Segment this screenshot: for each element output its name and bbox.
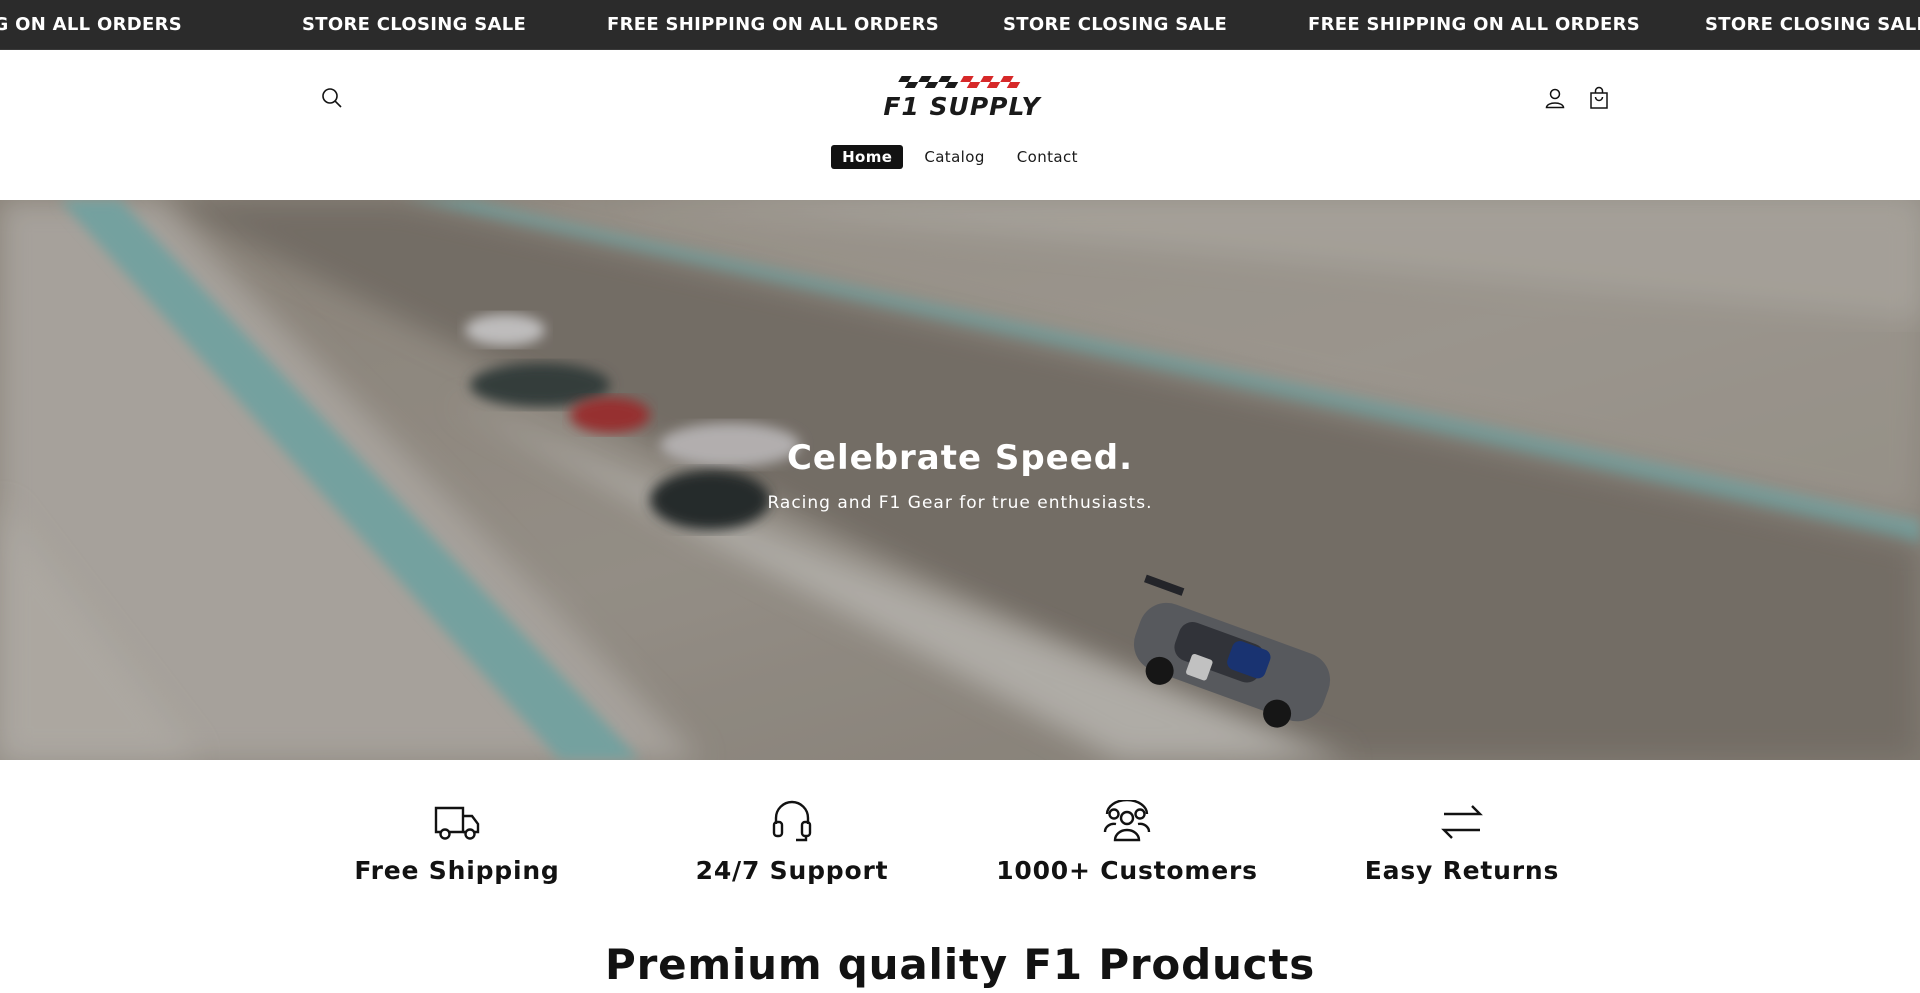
headset-icon	[772, 800, 812, 842]
hero-subtitle: Racing and F1 Gear for true enthusiasts.	[767, 493, 1153, 513]
announcement-item: FREE SHIPPING ON ALL ORDERS	[1308, 14, 1641, 35]
announcement-item: STORE CLOSING SALE	[302, 14, 527, 35]
feature-returns: Easy Returns	[1312, 800, 1612, 885]
feature-label: Free Shipping	[354, 856, 560, 885]
feature-label: Easy Returns	[1364, 856, 1560, 885]
truck-icon	[434, 806, 480, 840]
customers-icon	[1103, 798, 1151, 842]
feature-free-shipping: Free Shipping	[307, 800, 607, 885]
hero-overlay	[0, 200, 1920, 760]
announcement-bar: FREE SHIPPING ON ALL ORDERS STORE CLOSIN…	[0, 0, 1920, 50]
announcement-item: STORE CLOSING SALE	[1003, 14, 1228, 35]
nav-home[interactable]: Home	[831, 145, 904, 169]
site-header: F1 SUPPLY Home Catalog Contact	[0, 50, 1920, 200]
announcement-item: FREE SHIPPING ON ALL ORDERS	[0, 14, 183, 35]
feature-customers: 1000+ Customers	[977, 798, 1277, 885]
feature-label: 24/7 Support	[695, 856, 889, 885]
hero-banner: Celebrate Speed. Racing and F1 Gear for …	[0, 200, 1920, 760]
logo[interactable]: F1 SUPPLY	[874, 72, 1050, 122]
nav-contact[interactable]: Contact	[1006, 145, 1089, 169]
section-title: Premium quality F1 Products	[604, 940, 1316, 989]
cart-icon[interactable]	[1584, 83, 1614, 113]
features-row: Free Shipping 24/7 Support 1000+ Custome…	[0, 760, 1920, 900]
feature-label: 1000+ Customers	[996, 856, 1258, 885]
feature-support: 24/7 Support	[642, 800, 942, 885]
nav-catalog[interactable]: Catalog	[913, 145, 995, 169]
account-icon[interactable]	[1540, 83, 1570, 113]
search-icon[interactable]	[317, 83, 347, 113]
announcement-item: FREE SHIPPING ON ALL ORDERS	[607, 14, 940, 35]
return-arrows-icon	[1441, 805, 1483, 839]
hero-title: Celebrate Speed.	[786, 438, 1134, 478]
logo-text: F1 SUPPLY	[883, 92, 1041, 121]
main-navigation: Home Catalog Contact	[0, 145, 1920, 169]
announcement-item: STORE CLOSING SALE	[1705, 14, 1920, 35]
